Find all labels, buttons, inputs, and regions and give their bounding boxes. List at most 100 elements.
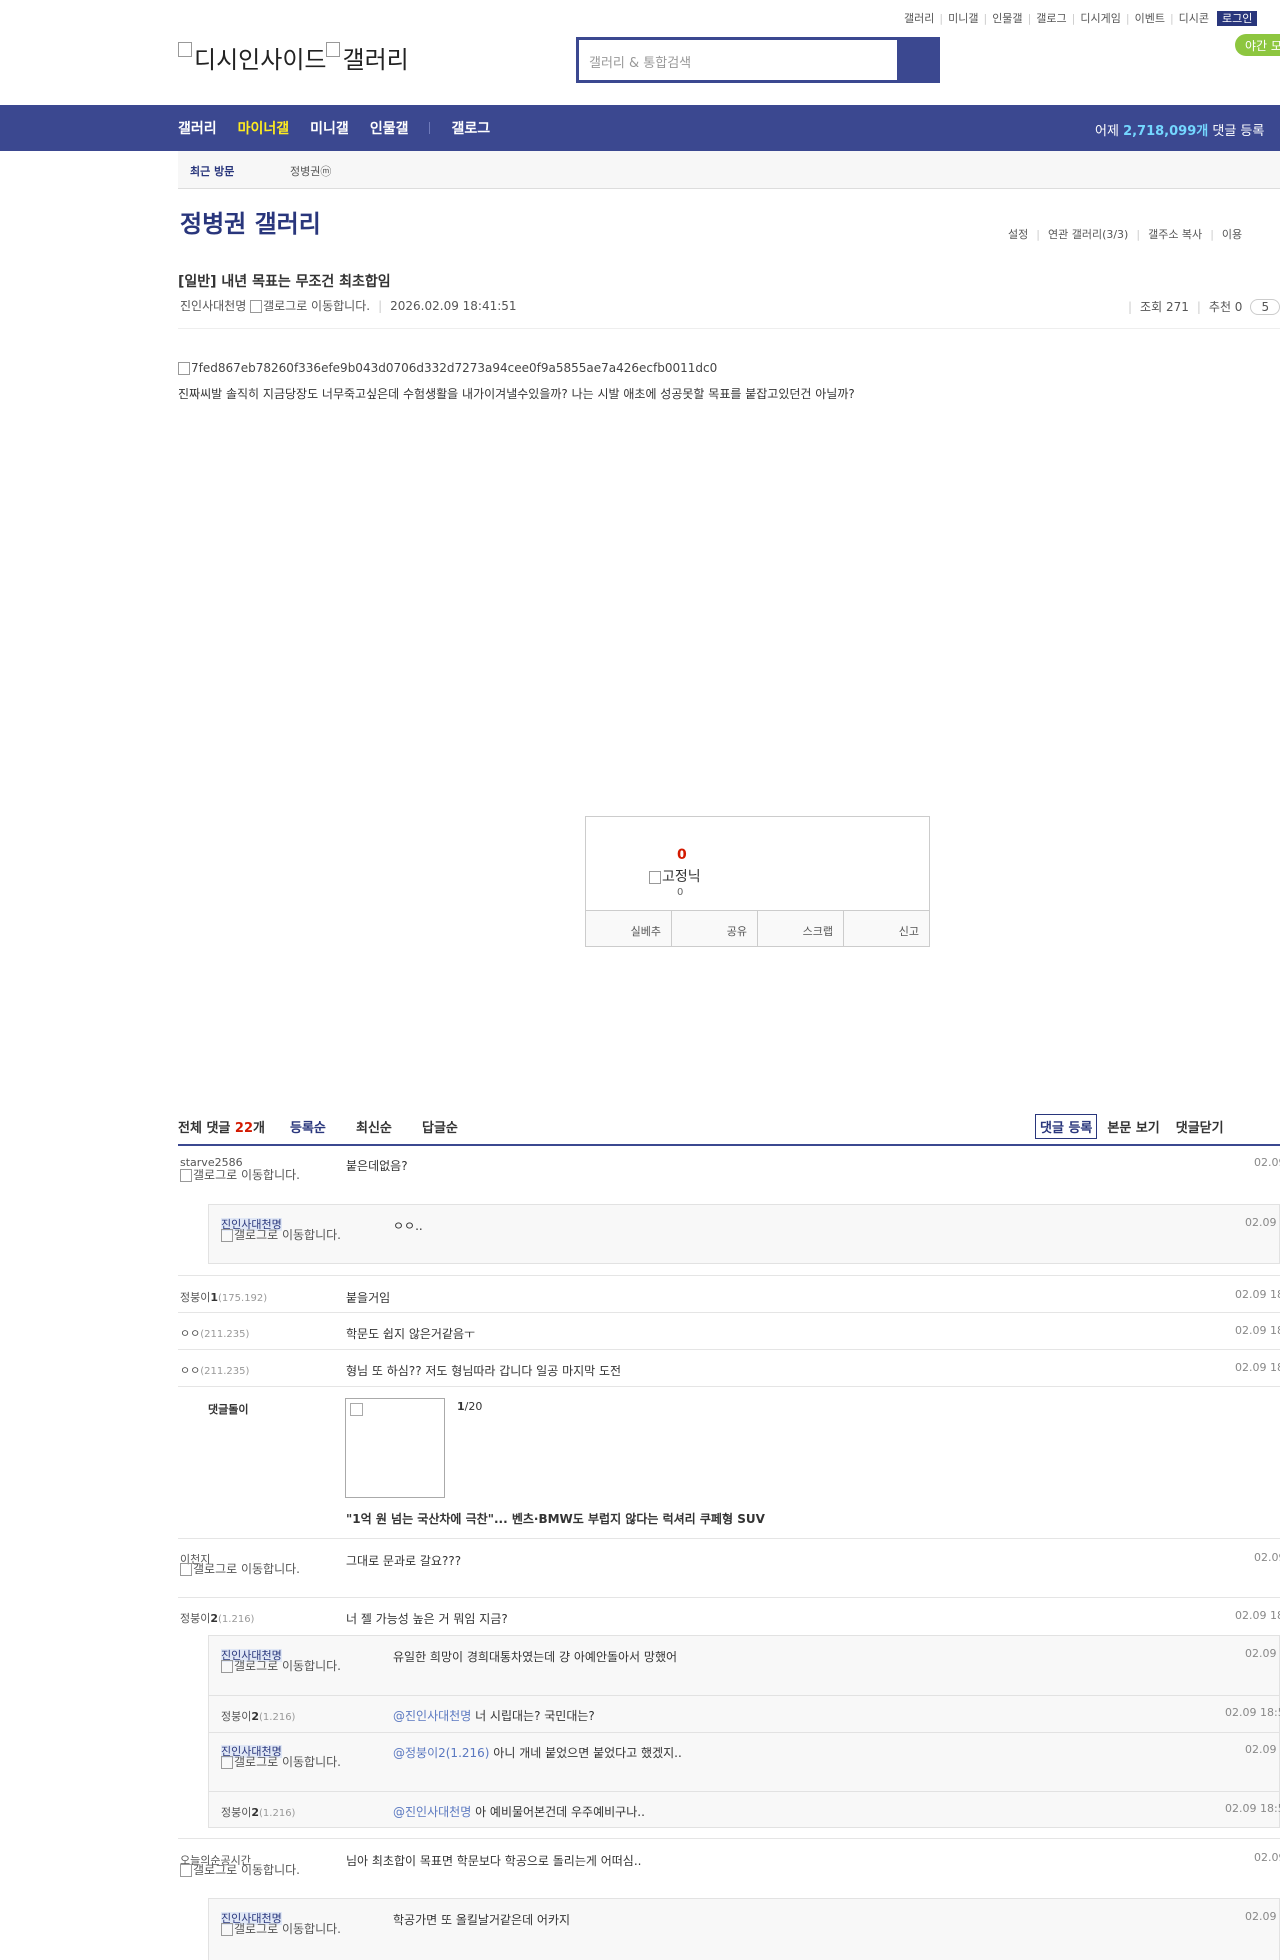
reply-nick-name: 정붕이: [221, 1710, 252, 1723]
recommend-box: 0 고정닉 0 실베추 공유 스크랩 신고: [585, 816, 930, 947]
gallog-alt: 갤로그로 이동합니다.: [234, 1228, 341, 1242]
gallog-alt: 갤로그로 이동합니다.: [193, 1863, 300, 1877]
total-count: 22: [234, 1121, 253, 1136]
broken-image-icon: [350, 1403, 363, 1416]
ad-comment-row: 댓글돌이 1/20 "1억 원 넘는 국산차에 극찬"... 벤츠·BMW도 부…: [178, 1387, 1280, 1539]
recommend-count: 추천 0: [1208, 300, 1243, 314]
gallog-alt: 갤로그로 이동합니다.: [234, 1922, 341, 1936]
gallog-link[interactable]: 갤로그로 이동합니다.: [263, 299, 370, 313]
nav-minorgall[interactable]: 마이너갤: [238, 118, 290, 138]
comment-text: 학문도 쉽지 않은거같음ㅜ: [346, 1327, 476, 1341]
related-gallery-link[interactable]: 연관 갤러리(3/3): [1048, 228, 1128, 241]
view-count: 조회 271: [1140, 300, 1189, 314]
broken-image-icon: [221, 1660, 233, 1673]
reply-mention[interactable]: @진인사대천명: [393, 1709, 471, 1723]
nick-name: ㅇㅇ: [180, 1364, 201, 1377]
util-link-dccon[interactable]: 디시콘: [1179, 10, 1209, 26]
broken-image-icon: [178, 362, 190, 375]
comment-nick[interactable]: 정붕이1(175.192): [180, 1289, 267, 1305]
util-link-dcgame[interactable]: 디시게임: [1080, 10, 1120, 26]
post-author[interactable]: 진인사대천명: [180, 299, 246, 313]
copy-url-link[interactable]: 갤주소 복사: [1148, 228, 1202, 241]
util-link-minigall[interactable]: 미니갤: [948, 10, 978, 26]
util-link-event[interactable]: 이벤트: [1135, 10, 1165, 26]
nav-minigall[interactable]: 미니갤: [310, 118, 349, 138]
recent-visit-gallery[interactable]: 정병권ⓜ: [290, 163, 331, 179]
share-button[interactable]: 공유: [672, 911, 758, 946]
comment-text: 형님 또 하심?? 저도 형님따라 갑니다 일공 마지막 도전: [346, 1364, 622, 1378]
comment-row: ㅇㅇ(211.235) 학문도 쉽지 않은거같음ㅜ 02.09 18: [178, 1313, 1280, 1350]
gallog-link[interactable]: 갤로그로 이동합니다.: [221, 1756, 351, 1769]
reply-mention[interactable]: @정붕이2(1.216): [393, 1746, 489, 1760]
main-nav-bar: 갤러리 마이너갤 미니갤 인물갤 갤로그 어제 2,718,099개 댓글 등록: [0, 105, 1280, 151]
reply-nick[interactable]: 정붕이2(1.216): [221, 1708, 295, 1724]
ad-title-link[interactable]: "1억 원 넘는 국산차에 극찬"... 벤츠·BMW도 부럽지 않다는 럭셔리…: [346, 1510, 765, 1527]
ad-image[interactable]: [345, 1398, 445, 1498]
comment-total: 전체 댓글 22개: [178, 1117, 265, 1136]
comment-nick[interactable]: 정붕이2(1.216): [180, 1610, 254, 1626]
gallog-link[interactable]: 갤로그로 이동합니다.: [221, 1660, 351, 1673]
gallog-link[interactable]: 갤로그로 이동합니다.: [180, 1864, 310, 1877]
broken-image-icon: [180, 1563, 192, 1576]
gallog-link[interactable]: 갤로그로 이동합니다.: [180, 1563, 310, 1576]
comment-row: 이천지 갤로그로 이동합니다. 그대로 문과로 갈요??? 02.09: [178, 1539, 1280, 1598]
recommend-up-count: 0: [677, 847, 687, 863]
nav-persongall[interactable]: 인물갤: [370, 118, 409, 138]
comment-ip: (211.235): [200, 1329, 250, 1340]
comment-row: ㅇㅇ(211.235) 형님 또 하심?? 저도 형님따라 갑니다 일공 마지막…: [178, 1350, 1280, 1387]
nav-gallery[interactable]: 갤러리: [178, 118, 217, 138]
search-input[interactable]: 갤러리 & 통합검색: [579, 40, 897, 80]
login-button[interactable]: 로그인: [1217, 11, 1258, 26]
gallery-settings-link[interactable]: 설정: [1008, 228, 1028, 241]
sort-replies[interactable]: 답글순: [422, 1117, 458, 1136]
reply-row: 진인사대천명 갤로그로 이동합니다. ㅇㅇ.. 02.09 1: [208, 1204, 1280, 1264]
usage-link[interactable]: 이용: [1222, 228, 1242, 241]
sort-latest[interactable]: 최신순: [356, 1117, 392, 1136]
gallery-links: 설정 | 연관 갤러리(3/3) | 갤주소 복사 | 이용: [1008, 228, 1243, 241]
comment-ip: (175.192): [218, 1293, 268, 1304]
reply-nick[interactable]: 정붕이2(1.216): [221, 1804, 295, 1820]
broken-image-icon: [221, 1923, 233, 1936]
comment-text: 붙은데없음?: [346, 1159, 408, 1173]
reply-date: 02.09 1: [1245, 1910, 1280, 1923]
reply-text: ㅇㅇ..: [393, 1219, 423, 1233]
comment-ip: (1.216): [218, 1614, 255, 1625]
comment-count-pill[interactable]: 5: [1250, 299, 1280, 315]
close-comments-button[interactable]: 댓글닫기: [1176, 1121, 1224, 1136]
gallog-link[interactable]: 갤로그로 이동합니다.: [221, 1229, 351, 1242]
scrap-button[interactable]: 스크랩: [758, 911, 844, 946]
comment-nick[interactable]: ㅇㅇ(211.235): [180, 1325, 249, 1341]
util-link-gallog[interactable]: 갤로그: [1036, 10, 1066, 26]
nav-gallog[interactable]: 갤로그: [451, 118, 490, 138]
minor-badge-icon: ⓜ: [320, 165, 332, 178]
util-link-gallery[interactable]: 갤러리: [904, 10, 934, 26]
nav-divider: [429, 122, 431, 134]
best-recommend-button[interactable]: 실베추: [586, 911, 672, 946]
util-link-persongall[interactable]: 인물갤: [992, 10, 1022, 26]
post-image[interactable]: 7fed867eb78260f336efe9b043d0706d332d7273…: [178, 361, 717, 375]
sort-registered[interactable]: 등록순: [290, 1117, 326, 1136]
post-image-alt: 7fed867eb78260f336efe9b043d0706d332d7273…: [191, 361, 718, 375]
recent-visit-label[interactable]: 최근 방문: [190, 163, 234, 179]
reply-mention[interactable]: @진인사대천명: [393, 1805, 471, 1819]
stat-suffix: 댓글 등록: [1212, 124, 1265, 139]
site-logo[interactable]: 디시인사이드 갤러리: [178, 40, 409, 75]
fixed-nick-recommend-button[interactable]: 고정닉: [649, 866, 701, 886]
gallog-link[interactable]: 갤로그로 이동합니다.: [221, 1923, 351, 1936]
comment-text: 너 젤 가능성 높은 거 뭐임 지금?: [346, 1612, 508, 1626]
view-body-button[interactable]: 본문 보기: [1107, 1121, 1159, 1136]
search-button[interactable]: [897, 40, 937, 80]
broken-image-icon: [180, 1169, 192, 1182]
gallery-title[interactable]: 정병권 갤러리: [180, 204, 321, 239]
comment-register-button[interactable]: 댓글 등록: [1035, 1114, 1098, 1139]
nick-number: 2: [251, 1806, 260, 1819]
night-mode-toggle[interactable]: 야간 모드: [1235, 34, 1280, 56]
reply-text: @진인사대천명 너 시립대는? 국민대는?: [393, 1707, 595, 1724]
report-button[interactable]: 신고: [844, 911, 929, 946]
comment-date: 02.09 18: [1235, 1324, 1280, 1337]
comment-nick[interactable]: ㅇㅇ(211.235): [180, 1362, 249, 1378]
reply-text-body: 너 시립대는? 국민대는?: [471, 1709, 595, 1723]
reply-text-body: 아 예비물어본건데 우주예비구나..: [471, 1805, 645, 1819]
ad-page-current: 1: [457, 1400, 465, 1413]
gallog-link[interactable]: 갤로그로 이동합니다.: [180, 1169, 310, 1182]
